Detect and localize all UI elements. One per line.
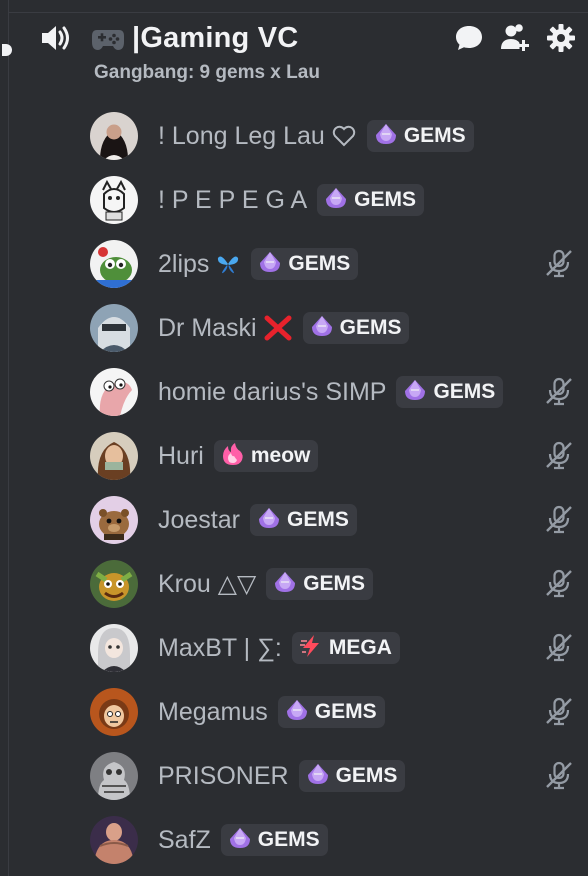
member-name: Dr Maski <box>158 313 257 342</box>
member-name: SafZ <box>158 825 211 854</box>
purple-gem-icon <box>323 186 349 215</box>
tag-label: GEMS <box>303 572 366 595</box>
avatar[interactable] <box>90 496 138 544</box>
top-divider <box>8 0 588 13</box>
member-name: MaxBT | ∑: <box>158 633 282 662</box>
purple-gem-icon <box>227 826 253 855</box>
purple-gem-icon <box>284 698 310 727</box>
avatar[interactable] <box>90 752 138 800</box>
avatar[interactable] <box>90 560 138 608</box>
member-name: PRISONER <box>158 761 289 790</box>
avatar[interactable] <box>90 304 138 352</box>
avatar[interactable] <box>90 688 138 736</box>
avatar[interactable] <box>90 816 138 864</box>
avatar[interactable] <box>90 624 138 672</box>
channel-status: Gangbang: 9 gems x Lau <box>94 62 320 83</box>
voice-member-list: ! Long Leg Lau GEMS ! P E P E G A GEMS 2… <box>90 104 580 872</box>
mic-muted-icon <box>544 248 574 278</box>
member-name: Huri <box>158 441 204 470</box>
add-user-icon[interactable] <box>498 21 532 55</box>
server-tag[interactable]: GEMS <box>249 504 357 536</box>
chat-bubble-icon[interactable] <box>452 21 486 55</box>
mic-muted-icon <box>544 504 574 534</box>
thread-line <box>8 0 9 876</box>
purple-gem-icon <box>257 250 283 279</box>
purple-gem-icon <box>305 762 331 791</box>
server-tag[interactable]: GEMS <box>266 568 374 600</box>
voice-channel-header[interactable]: |Gaming VC <box>36 14 578 62</box>
channel-name: |Gaming VC <box>132 21 299 54</box>
tag-label: GEMS <box>286 508 349 531</box>
heart-icon <box>331 124 357 148</box>
tag-label: MEGA <box>328 636 392 659</box>
unread-indicator <box>2 44 12 56</box>
server-tag[interactable]: GEMS <box>317 184 425 216</box>
member-name: Megamus <box>158 697 268 726</box>
voice-member[interactable]: SafZ GEMS <box>90 808 580 872</box>
member-name: ! P E P E G A <box>158 185 308 214</box>
server-tag[interactable]: GEMS <box>302 312 410 344</box>
tag-label: GEMS <box>403 124 466 147</box>
tag-label: GEMS <box>354 188 417 211</box>
purple-gem-icon <box>309 314 335 343</box>
avatar[interactable] <box>90 176 138 224</box>
tag-label: GEMS <box>335 764 398 787</box>
avatar[interactable] <box>90 112 138 160</box>
server-tag[interactable]: GEMS <box>298 760 406 792</box>
voice-member[interactable]: Huri meow <box>90 424 580 488</box>
voice-member[interactable]: homie darius's SIMP GEMS <box>90 360 580 424</box>
red-x-icon <box>263 315 293 341</box>
lightning-icon <box>298 633 324 664</box>
voice-member[interactable]: Megamus GEMS <box>90 680 580 744</box>
member-name: ! Long Leg Lau <box>158 121 325 150</box>
tag-label: GEMS <box>339 316 402 339</box>
voice-member[interactable]: ! Long Leg Lau GEMS <box>90 104 580 168</box>
mic-muted-icon <box>544 440 574 470</box>
server-tag[interactable]: GEMS <box>277 696 385 728</box>
purple-gem-icon <box>272 570 298 599</box>
tag-label: GEMS <box>314 700 377 723</box>
purple-gem-icon <box>373 122 399 151</box>
video-game-controller-icon <box>90 20 126 56</box>
server-tag[interactable]: GEMS <box>251 248 359 280</box>
server-tag[interactable]: GEMS <box>366 120 474 152</box>
voice-member[interactable]: PRISONER GEMS <box>90 744 580 808</box>
server-tag[interactable]: GEMS <box>396 376 504 408</box>
member-name: Joestar <box>158 505 240 534</box>
voice-member[interactable]: 2lips GEMS <box>90 232 580 296</box>
avatar[interactable] <box>90 432 138 480</box>
mic-muted-icon <box>544 632 574 662</box>
voice-member[interactable]: Dr Maski GEMS <box>90 296 580 360</box>
gear-icon[interactable] <box>544 21 578 55</box>
voice-member[interactable]: Krou △▽ GEMS <box>90 552 580 616</box>
pink-flame-icon <box>220 441 246 472</box>
speaker-icon <box>36 18 76 58</box>
member-name: Krou △▽ <box>158 570 257 598</box>
butterfly-icon <box>215 252 241 276</box>
tag-label: GEMS <box>288 252 351 275</box>
member-name: 2lips <box>158 249 210 278</box>
tag-label: GEMS <box>257 828 320 851</box>
mic-muted-icon <box>544 568 574 598</box>
tag-label: meow <box>250 444 311 467</box>
member-name: homie darius's SIMP <box>158 377 387 406</box>
purple-gem-icon <box>256 506 282 535</box>
server-tag[interactable]: meow <box>213 440 319 472</box>
voice-member[interactable]: Joestar GEMS <box>90 488 580 552</box>
purple-gem-icon <box>402 378 428 407</box>
server-tag[interactable]: MEGA <box>291 632 400 664</box>
mic-muted-icon <box>544 696 574 726</box>
avatar[interactable] <box>90 368 138 416</box>
mic-muted-icon <box>544 760 574 790</box>
tag-label: GEMS <box>433 380 496 403</box>
voice-member[interactable]: MaxBT | ∑: MEGA <box>90 616 580 680</box>
voice-member[interactable]: ! P E P E G A GEMS <box>90 168 580 232</box>
avatar[interactable] <box>90 240 138 288</box>
server-tag[interactable]: GEMS <box>220 824 328 856</box>
mic-muted-icon <box>544 376 574 406</box>
